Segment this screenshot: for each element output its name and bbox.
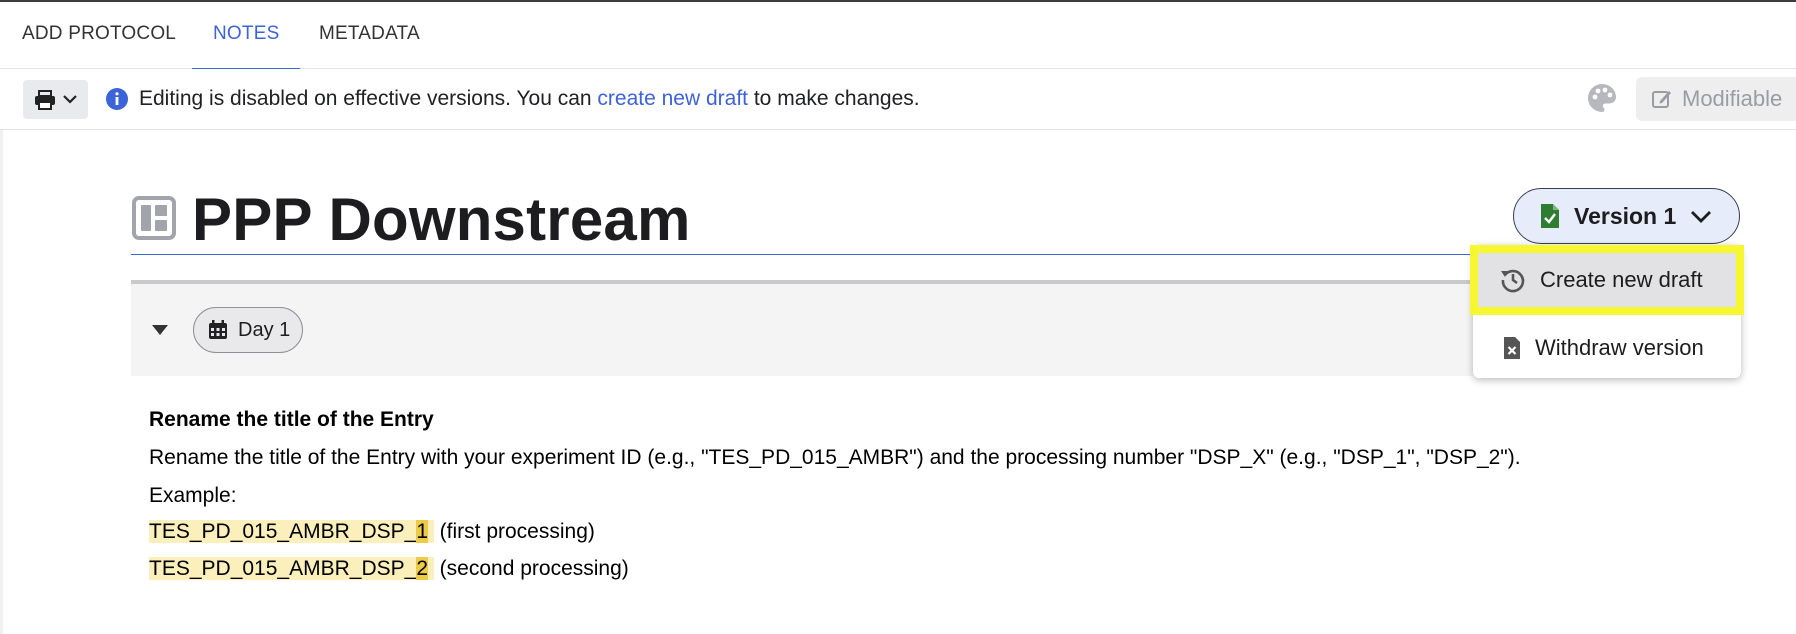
modifiable-label: Modifiable — [1682, 86, 1783, 111]
printer-icon — [35, 89, 55, 110]
title-underline — [131, 254, 1516, 255]
page-title[interactable]: PPP Downstream — [192, 185, 691, 254]
file-x-icon — [1504, 337, 1520, 359]
tab-add-protocol[interactable]: ADD PROTOCOL — [22, 2, 176, 69]
example-2-prefix: TES_PD_015_AMBR_DSP_ — [149, 557, 417, 580]
example-line-2: TES_PD_015_AMBR_DSP_2 (second processing… — [149, 557, 629, 581]
info-icon — [106, 88, 128, 110]
example-line-1: TES_PD_015_AMBR_DSP_1 (first processing) — [149, 520, 595, 544]
history-icon — [1501, 269, 1525, 293]
content-heading: Rename the title of the Entry — [149, 408, 434, 431]
day-label: Day 1 — [238, 318, 291, 341]
version-menu: Create new draft Withdraw version — [1470, 245, 1744, 378]
left-edge-shadow — [0, 130, 3, 634]
day-chip[interactable]: Day 1 — [193, 307, 303, 353]
chevron-down-icon — [1691, 210, 1712, 223]
example-1-suffix: (first processing) — [433, 520, 595, 543]
tab-metadata[interactable]: METADATA — [319, 2, 420, 69]
edit-icon — [1652, 91, 1671, 108]
collapse-caret-icon[interactable] — [152, 325, 168, 335]
tab-notes[interactable]: NOTES — [191, 2, 302, 70]
example-label: Example: — [149, 484, 237, 507]
entry-layout-icon — [132, 196, 176, 240]
modifiable-button[interactable]: Modifiable — [1636, 77, 1796, 121]
example-2-number: 2 — [416, 557, 428, 580]
version-label: Version 1 — [1574, 202, 1677, 229]
tab-bar: ADD PROTOCOL NOTES METADATA — [0, 2, 1796, 70]
info-message-text-end: to make changes. — [748, 87, 920, 110]
print-button[interactable] — [23, 80, 88, 119]
document-check-icon — [1541, 204, 1559, 228]
example-1-number: 1 — [416, 520, 428, 543]
withdraw-version-menu-item[interactable]: Withdraw version — [1473, 320, 1741, 376]
version-dropdown-button[interactable]: Version 1 — [1513, 188, 1740, 244]
create-new-draft-menu-item[interactable]: Create new draft — [1470, 245, 1744, 315]
content-paragraph: Rename the title of the Entry with your … — [149, 446, 1521, 469]
example-2-suffix: (second processing) — [433, 557, 629, 580]
example-1-prefix: TES_PD_015_AMBR_DSP_ — [149, 520, 417, 543]
palette-icon[interactable] — [1587, 83, 1617, 113]
info-message: Editing is disabled on effective version… — [139, 87, 920, 111]
create-new-draft-link[interactable]: create new draft — [597, 87, 748, 110]
info-message-text: Editing is disabled on effective version… — [139, 87, 598, 110]
info-bar: Editing is disabled on effective version… — [0, 69, 1796, 130]
chevron-down-icon — [63, 95, 77, 104]
withdraw-version-label: Withdraw version — [1535, 335, 1704, 360]
create-new-draft-label: Create new draft — [1540, 267, 1703, 292]
calendar-icon — [209, 320, 227, 339]
